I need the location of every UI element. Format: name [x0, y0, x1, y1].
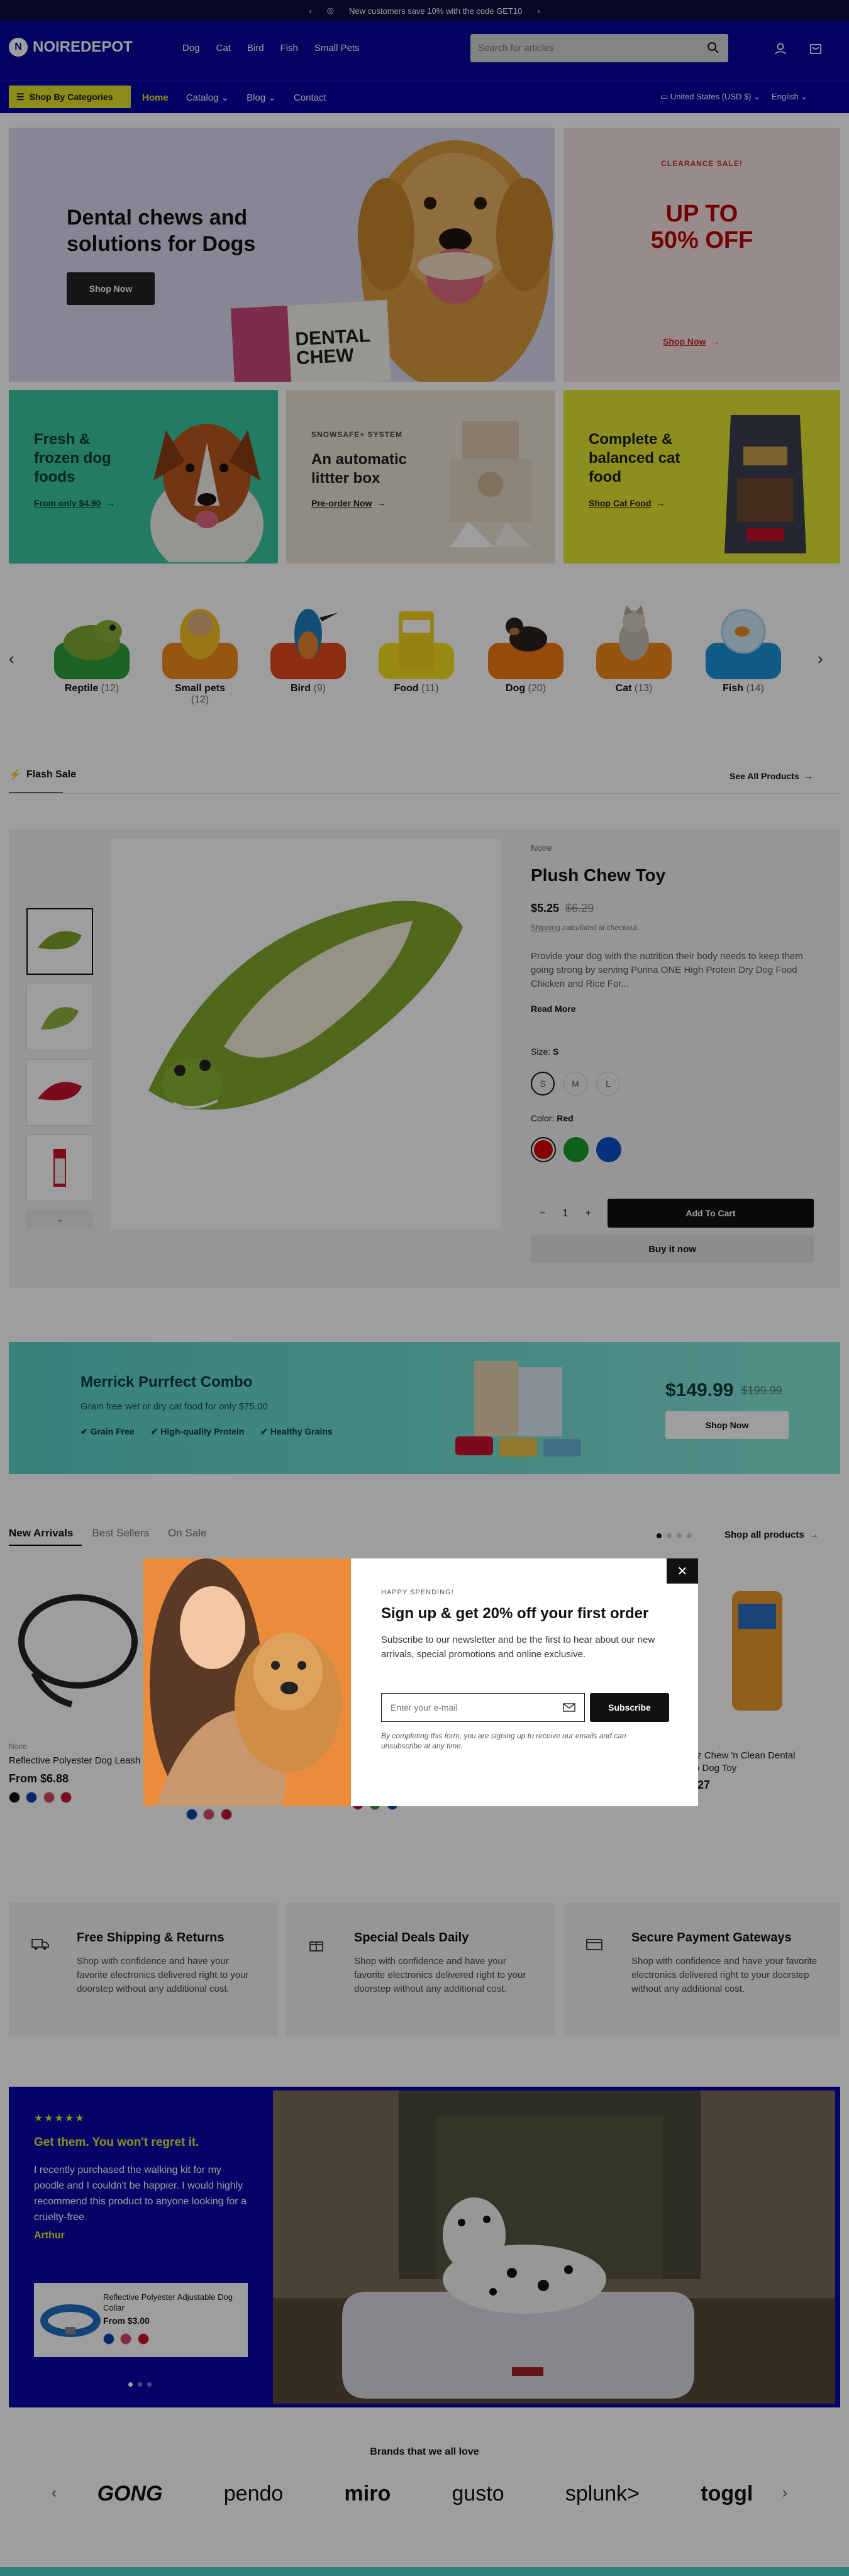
email-input[interactable]	[391, 1701, 554, 1714]
popup-kicker: HAPPY SPENDING!	[381, 1589, 454, 1596]
subscribe-label: Subscribe	[608, 1702, 651, 1713]
subscribe-button[interactable]: Subscribe	[590, 1693, 669, 1722]
mail-icon	[563, 1703, 575, 1712]
email-field[interactable]	[381, 1693, 585, 1722]
close-button[interactable]: ✕	[667, 1558, 698, 1584]
modal-overlay[interactable]	[0, 0, 849, 2576]
popup-note: By completing this form, you are signing…	[381, 1731, 626, 1750]
popup-image	[143, 1558, 351, 1806]
newsletter-popup: HAPPY SPENDING! Sign up & get 20% off yo…	[143, 1558, 698, 1806]
close-icon: ✕	[677, 1564, 688, 1579]
popup-title: Sign up & get 20% off your first order	[381, 1605, 649, 1622]
popup-body: Subscribe to our newsletter and be the f…	[381, 1635, 655, 1660]
